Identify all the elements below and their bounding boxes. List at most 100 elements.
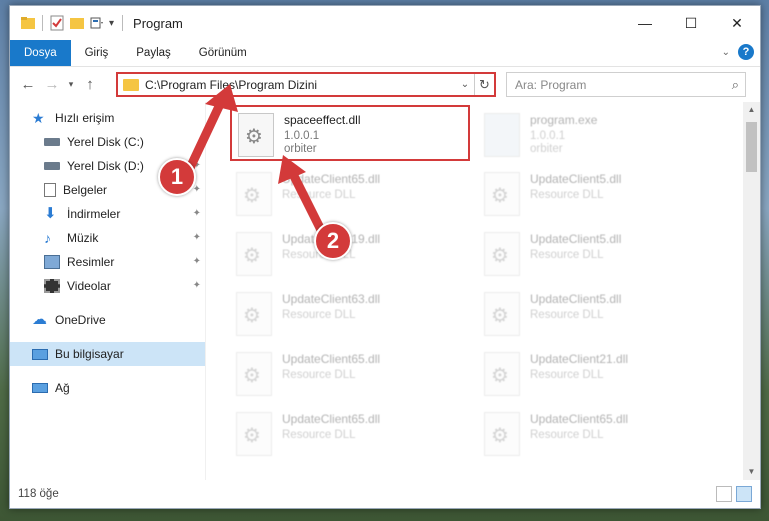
file-item-spaceeffect[interactable]: ⚙ spaceeffect.dll 1.0.0.1 orbiter <box>230 105 470 161</box>
minimize-button[interactable]: — <box>622 6 668 40</box>
file-type: Resource DLL <box>530 429 604 441</box>
file-name: UpdateClient65.dll <box>282 412 381 426</box>
chevron-down-icon[interactable]: ▾ <box>109 18 114 29</box>
main-area: ★ Hızlı erişim Yerel Disk (C:) Yerel Dis… <box>10 102 760 480</box>
sidebar-item-network[interactable]: Ağ <box>10 376 205 400</box>
expand-ribbon-icon[interactable]: ⌄ <box>722 47 730 58</box>
sidebar-item-label: Müzik <box>67 231 99 245</box>
file-item[interactable]: ⚙ UpdateClient65.dll Resource DLL <box>478 406 718 462</box>
up-button[interactable]: ↑ <box>78 76 102 93</box>
file-item[interactable]: ⚙ UpdateClient21.dll Resource DLL <box>478 346 718 402</box>
step-marker-2: 2 <box>314 222 352 260</box>
sidebar-item-onedrive[interactable]: ☁ OneDrive <box>10 308 205 332</box>
pictures-icon <box>44 255 60 269</box>
sidebar-item-label: Yerel Disk (D:) <box>67 159 144 173</box>
file-name: UpdateClient21.dll <box>530 352 629 366</box>
file-item[interactable]: ⚙ UpdateClient65.dll Resource DLL <box>230 406 470 462</box>
pin-icon: ✦ <box>192 256 201 267</box>
scroll-thumb[interactable] <box>746 122 757 172</box>
view-switcher <box>716 486 752 502</box>
close-button[interactable]: ✕ <box>714 6 760 40</box>
sidebar-item-quick-access[interactable]: ★ Hızlı erişim <box>10 106 205 130</box>
dll-file-icon: ⚙ <box>484 352 520 396</box>
gear-icon: ⚙ <box>491 365 509 387</box>
sidebar-item-pictures[interactable]: Resimler ✦ <box>10 250 205 274</box>
music-icon: ♪ <box>44 230 51 246</box>
properties-icon[interactable] <box>49 15 65 31</box>
file-company: orbiter <box>530 143 563 155</box>
file-item[interactable]: ⚙ UpdateClient65.dll Resource DLL <box>230 166 470 222</box>
new-folder-icon[interactable] <box>69 15 85 31</box>
large-icons-view-icon[interactable] <box>736 486 752 502</box>
file-type: Resource DLL <box>282 189 356 201</box>
toolbar-separator <box>42 15 43 31</box>
file-type: Resource DLL <box>282 369 356 381</box>
sidebar-item-label: Yerel Disk (C:) <box>67 135 144 149</box>
refresh-button[interactable]: ↻ <box>474 74 494 95</box>
ribbon-tabs: Dosya Giriş Paylaş Görünüm ⌄ ? <box>10 40 760 66</box>
ribbon-right: ⌄ ? <box>722 44 754 60</box>
sidebar-item-downloads[interactable]: ⬇ İndirmeler ✦ <box>10 202 205 226</box>
status-bar: 118 öğe <box>10 480 760 508</box>
back-button[interactable]: ← <box>16 76 40 93</box>
tab-file[interactable]: Dosya <box>10 40 71 66</box>
scroll-up-button[interactable]: ▲ <box>743 102 760 118</box>
file-name: UpdateClient5.dll <box>530 232 622 246</box>
item-count: 118 öğe <box>18 488 59 500</box>
sidebar-item-music[interactable]: ♪ Müzik ✦ <box>10 226 205 250</box>
gear-icon: ⚙ <box>243 305 261 327</box>
file-item[interactable]: ⚙ UpdateClient63.dll Resource DLL <box>230 286 470 342</box>
dll-file-icon: ⚙ <box>236 352 272 396</box>
search-placeholder: Ara: Program <box>515 77 587 92</box>
dll-file-icon: ⚙ <box>236 232 272 276</box>
forward-button[interactable]: → <box>40 76 64 93</box>
dll-file-icon: ⚙ <box>484 172 520 216</box>
gear-icon: ⚙ <box>491 305 509 327</box>
sidebar-item-label: Hızlı erişim <box>55 111 115 125</box>
tab-view[interactable]: Görünüm <box>185 40 261 66</box>
file-type: Resource DLL <box>530 189 604 201</box>
file-type: Resource DLL <box>530 369 604 381</box>
address-path[interactable]: C:\Program Files\Program Dizini <box>145 78 456 92</box>
file-item[interactable]: ⚙ UpdateClient65.dll Resource DLL <box>230 346 470 402</box>
file-name: UpdateClient65.dll <box>530 412 629 426</box>
sidebar-item-label: Resimler <box>67 255 115 269</box>
sidebar-item-local-disk-c[interactable]: Yerel Disk (C:) <box>10 130 205 154</box>
file-name: UpdateClient63.dll <box>282 292 381 306</box>
address-bar[interactable]: C:\Program Files\Program Dizini ⌄ ↻ <box>116 72 496 97</box>
sidebar-item-this-pc[interactable]: Bu bilgisayar <box>10 342 205 366</box>
scroll-down-button[interactable]: ▼ <box>743 464 760 480</box>
sidebar-item-label: Ağ <box>55 381 70 395</box>
help-icon[interactable]: ? <box>738 44 754 60</box>
file-item[interactable]: program.exe 1.0.0.1 orbiter <box>478 107 718 163</box>
customize-toolbar-icon[interactable] <box>89 15 105 31</box>
cloud-icon: ☁ <box>32 311 47 328</box>
file-item[interactable]: ⚙ UpdateClient5.dll Resource DLL <box>478 226 718 282</box>
drive-icon <box>44 138 60 146</box>
chevron-down-icon[interactable]: ⌄ <box>456 79 474 90</box>
sidebar-item-label: İndirmeler <box>67 207 121 221</box>
file-list: ⚙ spaceeffect.dll 1.0.0.1 orbiter progra… <box>206 102 760 480</box>
dll-file-icon: ⚙ <box>484 232 520 276</box>
tab-home[interactable]: Giriş <box>71 40 123 66</box>
maximize-button[interactable]: ☐ <box>668 6 714 40</box>
network-icon <box>32 383 48 393</box>
sidebar-item-label: OneDrive <box>55 313 106 327</box>
file-item[interactable]: ⚙ UpdateClient5.dll Resource DLL <box>478 286 718 342</box>
dll-file-icon: ⚙ <box>484 412 520 456</box>
details-view-icon[interactable] <box>716 486 732 502</box>
file-version: 1.0.0.1 <box>284 130 320 142</box>
tab-share[interactable]: Paylaş <box>122 40 185 66</box>
recent-locations-button[interactable]: ▾ <box>64 79 78 90</box>
dll-file-icon: ⚙ <box>236 172 272 216</box>
file-type: Resource DLL <box>530 309 604 321</box>
video-icon <box>44 279 60 293</box>
file-item[interactable]: ⚙ UpdateClient5.dll Resource DLL <box>478 166 718 222</box>
vertical-scrollbar[interactable]: ▲ ▼ <box>743 102 760 480</box>
download-icon: ⬇ <box>44 205 57 222</box>
sidebar-item-videos[interactable]: Videolar ✦ <box>10 274 205 298</box>
search-input[interactable]: Ara: Program ⌕ <box>506 72 746 97</box>
drive-icon <box>44 162 60 170</box>
file-company: orbiter <box>284 143 317 155</box>
window-controls: — ☐ ✕ <box>622 6 760 40</box>
